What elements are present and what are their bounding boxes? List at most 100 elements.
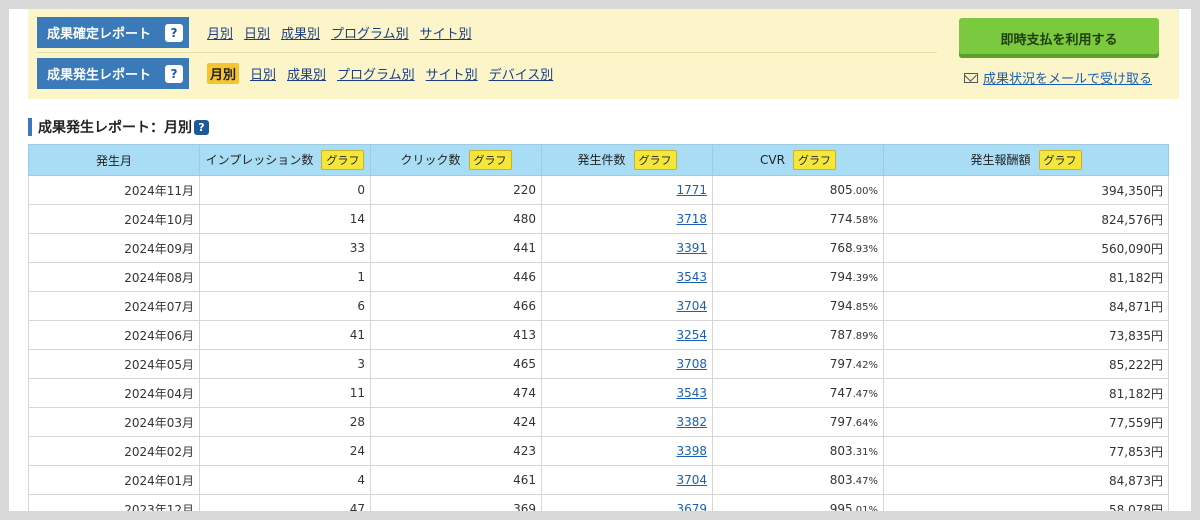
column-header-cvr: CVR グラフ [712, 144, 884, 176]
occurrences-link[interactable]: 3704 [676, 473, 707, 487]
confirmed-report-label-text: 成果確定レポート [47, 27, 152, 42]
occurrences-link[interactable]: 1771 [676, 183, 707, 197]
cell-reward: 77,853円 [883, 436, 1169, 466]
occurrences-link[interactable]: 3391 [676, 241, 707, 255]
column-header-clicks: クリック数 グラフ [370, 144, 542, 176]
occurrences-link[interactable]: 3718 [676, 212, 707, 226]
report-link[interactable]: 日別 [244, 23, 270, 42]
table-row: 2024年09月 33 441 3391 768.93% 560,090円 [28, 233, 1169, 263]
cvr-integer: 747 [829, 386, 853, 400]
table-row: 2024年10月 14 480 3718 774.58% 824,576円 [28, 204, 1169, 234]
cell-cvr: 747.47% [712, 378, 884, 408]
cell-impressions: 41 [199, 320, 371, 350]
cell-clicks: 413 [370, 320, 542, 350]
column-header-month: 発生月 [28, 144, 200, 176]
occurrences-graph-button[interactable]: グラフ [633, 150, 677, 170]
column-header-label: インプレッション数 [205, 153, 314, 167]
table-row: 2024年03月 28 424 3382 797.64% 77,559円 [28, 407, 1169, 437]
cvr-integer: 797 [829, 415, 853, 429]
cell-occurrences: 3398 [541, 436, 713, 466]
cvr-decimal: .64% [852, 418, 878, 429]
cell-month: 2024年01月 [28, 465, 200, 495]
report-link[interactable]: 成果別 [287, 64, 326, 83]
cell-impressions: 28 [199, 407, 371, 437]
help-icon[interactable]: ? [194, 119, 209, 135]
report-link[interactable]: デバイス別 [489, 64, 554, 83]
cell-occurrences: 1771 [541, 175, 713, 205]
report-link[interactable]: プログラム別 [331, 23, 409, 42]
confirmed-report-row: 成果確定レポート ? 月別 日別 成果別 プログラム別 サイト別 [37, 17, 483, 48]
table-row: 2024年08月 1 446 3543 794.39% 81,182円 [28, 262, 1169, 292]
generated-report-label-text: 成果発生レポート [47, 68, 152, 83]
table-row: 2024年06月 41 413 3254 787.89% 73,835円 [28, 320, 1169, 350]
cell-month: 2024年10月 [28, 204, 200, 234]
column-header-label: 発生件数 [577, 153, 626, 167]
cell-cvr: 995.01% [712, 494, 884, 511]
cell-occurrences: 3543 [541, 378, 713, 408]
cell-impressions: 1 [199, 262, 371, 292]
cell-impressions: 11 [199, 378, 371, 408]
cvr-decimal: .01% [852, 505, 878, 511]
cell-cvr: 803.31% [712, 436, 884, 466]
occurrences-link[interactable]: 3543 [676, 270, 707, 284]
column-header-label: 発生月 [95, 153, 132, 168]
mail-icon [964, 72, 978, 83]
occurrences-link[interactable]: 3679 [676, 502, 707, 511]
report-link[interactable]: 月別 [207, 63, 240, 84]
cell-month: 2024年08月 [28, 262, 200, 292]
report-link[interactable]: 成果別 [281, 23, 320, 42]
cell-occurrences: 3679 [541, 494, 713, 511]
help-icon[interactable]: ? [165, 64, 183, 83]
cell-reward: 77,559円 [883, 407, 1169, 437]
cell-impressions: 6 [199, 291, 371, 321]
cell-month: 2024年07月 [28, 291, 200, 321]
occurrences-link[interactable]: 3382 [676, 415, 707, 429]
cell-reward: 560,090円 [883, 233, 1169, 263]
cell-clicks: 423 [370, 436, 542, 466]
section-title-text: 成果発生レポート：月別 [38, 120, 192, 136]
table-row: 2024年07月 6 466 3704 794.85% 84,871円 [28, 291, 1169, 321]
cell-month: 2024年11月 [28, 175, 200, 205]
instant-payment-button[interactable]: 即時支払を利用する [959, 18, 1159, 58]
cell-reward: 58,078円 [883, 494, 1169, 511]
page-frame: 成果確定レポート ? 月別 日別 成果別 プログラム別 サイト別 成果発生レポート ? … [9, 9, 1191, 511]
report-link[interactable]: プログラム別 [337, 64, 415, 83]
column-header-impressions: インプレッション数 グラフ [199, 144, 371, 176]
generated-report-label: 成果発生レポート ? [37, 58, 189, 89]
occurrences-link[interactable]: 3543 [676, 386, 707, 400]
table-body: 2024年11月 0 220 1771 805.00% 394,350円 2024年10月 1… [28, 175, 1169, 511]
cell-reward: 824,576円 [883, 204, 1169, 234]
report-link[interactable]: サイト別 [420, 23, 472, 42]
cvr-decimal: .47% [852, 476, 878, 487]
cvr-integer: 774 [829, 212, 853, 226]
cell-clicks: 465 [370, 349, 542, 379]
table-row: 2024年11月 0 220 1771 805.00% 394,350円 [28, 175, 1169, 205]
report-link[interactable]: 日別 [250, 64, 276, 83]
occurrences-link[interactable]: 3708 [676, 357, 707, 371]
cvr-integer: 768 [829, 241, 853, 255]
cell-impressions: 14 [199, 204, 371, 234]
email-status-link[interactable]: 成果状況をメールで受け取る [964, 68, 1152, 87]
cell-clicks: 424 [370, 407, 542, 437]
cell-occurrences: 3543 [541, 262, 713, 292]
cvr-decimal: .00% [852, 186, 878, 197]
clicks-graph-button[interactable]: グラフ [468, 150, 512, 170]
report-link[interactable]: サイト別 [426, 64, 478, 83]
cvr-decimal: .89% [852, 331, 878, 342]
cell-reward: 84,871円 [883, 291, 1169, 321]
cvr-integer: 805 [829, 183, 853, 197]
report-link[interactable]: 月別 [207, 23, 233, 42]
cell-month: 2024年02月 [28, 436, 200, 466]
cvr-decimal: .47% [852, 389, 878, 400]
help-icon[interactable]: ? [165, 23, 183, 42]
cell-reward: 73,835円 [883, 320, 1169, 350]
occurrences-link[interactable]: 3254 [676, 328, 707, 342]
reward-graph-button[interactable]: グラフ [1038, 150, 1082, 170]
cell-impressions: 47 [199, 494, 371, 511]
cvr-graph-button[interactable]: グラフ [792, 150, 836, 170]
occurrences-link[interactable]: 3704 [676, 299, 707, 313]
nav-divider [37, 52, 937, 53]
occurrences-link[interactable]: 3398 [676, 444, 707, 458]
cell-clicks: 220 [370, 175, 542, 205]
impressions-graph-button[interactable]: グラフ [321, 150, 365, 170]
